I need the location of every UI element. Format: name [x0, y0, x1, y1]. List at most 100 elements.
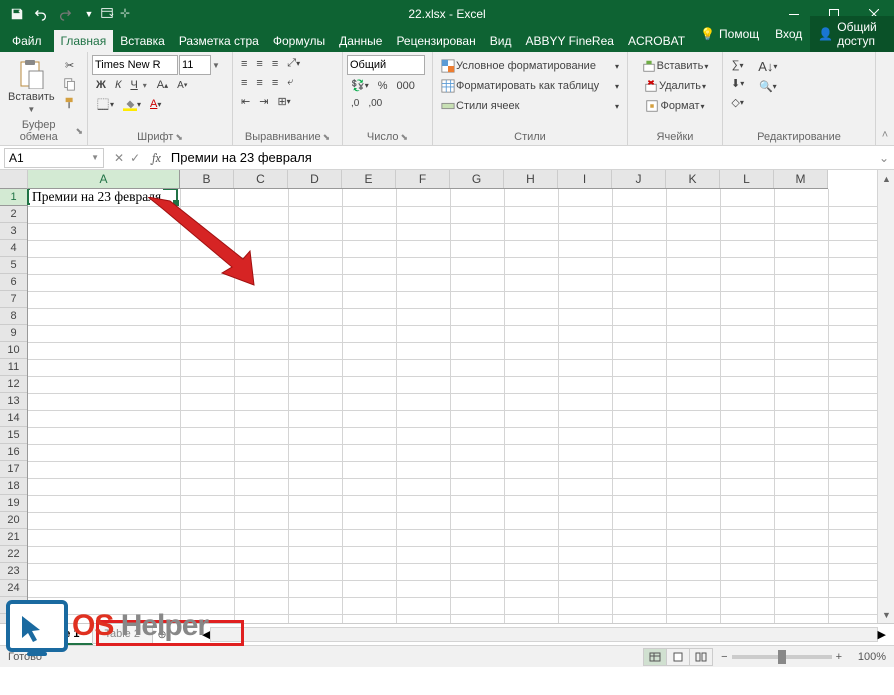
column-header-H[interactable]: H — [504, 170, 558, 188]
autosum-button[interactable]: ∑▾ — [727, 57, 748, 73]
column-header-L[interactable]: L — [720, 170, 774, 188]
save-icon[interactable] — [6, 4, 28, 24]
fill-button[interactable]: ⬇▾ — [727, 75, 748, 92]
row-header-8[interactable]: 8 — [0, 308, 27, 325]
bold-button[interactable]: Ж — [92, 77, 110, 93]
sheet-tab-1[interactable]: Table 1 — [29, 625, 92, 645]
borders-button[interactable]: ▾ — [92, 95, 118, 113]
row-header-15[interactable]: 15 — [0, 427, 27, 444]
orientation-button[interactable]: ⤢▾ — [283, 55, 304, 72]
cells-area[interactable]: Премии на 23 февраля — [28, 189, 877, 623]
add-sheet-button[interactable]: ⊕ — [152, 628, 172, 641]
row-header-18[interactable]: 18 — [0, 478, 27, 495]
column-header-M[interactable]: M — [774, 170, 828, 188]
tab-abbyy[interactable]: ABBYY FineRea — [518, 30, 621, 52]
tell-me-button[interactable]: 💡Помощ — [692, 23, 767, 45]
align-top-button[interactable]: ≡ — [237, 56, 251, 72]
row-header-13[interactable]: 13 — [0, 393, 27, 410]
row-header-21[interactable]: 21 — [0, 529, 27, 546]
column-header-K[interactable]: K — [666, 170, 720, 188]
copy-button[interactable] — [59, 75, 81, 93]
column-header-E[interactable]: E — [342, 170, 396, 188]
insert-cells-button[interactable]: Вставить▾ — [632, 57, 718, 75]
select-all-corner[interactable] — [0, 170, 28, 189]
align-center-button[interactable]: ≡ — [252, 75, 266, 91]
fill-color-button[interactable]: ▾ — [119, 95, 145, 113]
tab-file[interactable]: Файл — [0, 30, 54, 52]
row-header-2[interactable]: 2 — [0, 206, 27, 223]
row-header-4[interactable]: 4 — [0, 240, 27, 257]
row-header-14[interactable]: 14 — [0, 410, 27, 427]
ribbon-options-icon[interactable] — [100, 6, 114, 23]
signin-button[interactable]: Вход — [767, 23, 810, 45]
vertical-scrollbar[interactable]: ▲ ▼ — [877, 170, 894, 623]
row-header-1[interactable]: 1 — [0, 189, 27, 206]
sheet-tab-2[interactable]: Table 2 — [92, 625, 153, 644]
font-color-button[interactable]: A▾ — [146, 96, 165, 112]
tab-data[interactable]: Данные — [332, 30, 389, 52]
row-header-17[interactable]: 17 — [0, 461, 27, 478]
enter-formula-icon[interactable]: ✓ — [130, 151, 140, 165]
decrease-indent-button[interactable]: ⇤ — [237, 93, 254, 110]
column-header-J[interactable]: J — [612, 170, 666, 188]
tab-home[interactable]: Главная — [54, 30, 114, 52]
tab-review[interactable]: Рецензирован — [389, 30, 482, 52]
tab-layout[interactable]: Разметка стра — [172, 30, 266, 52]
column-header-B[interactable]: B — [180, 170, 234, 188]
tab-acrobat[interactable]: ACROBAT — [621, 30, 692, 52]
qat-customize-icon[interactable]: ▼ — [78, 4, 100, 24]
undo-icon[interactable] — [30, 4, 52, 24]
row-header-22[interactable]: 22 — [0, 546, 27, 563]
number-launcher-icon[interactable]: ⬊ — [401, 132, 409, 143]
increase-indent-button[interactable]: ⇥ — [255, 93, 272, 110]
font-name-combo[interactable] — [92, 55, 178, 75]
row-header-11[interactable]: 11 — [0, 359, 27, 376]
row-header-3[interactable]: 3 — [0, 223, 27, 240]
comma-button[interactable]: 000 — [393, 78, 419, 94]
scroll-right-icon[interactable]: ▶ — [878, 628, 886, 641]
font-launcher-icon[interactable]: ⬊ — [175, 132, 183, 143]
column-header-G[interactable]: G — [450, 170, 504, 188]
conditional-formatting-button[interactable]: Условное форматирование▾ — [437, 57, 623, 75]
row-header-25[interactable]: 25 — [0, 597, 27, 614]
accounting-button[interactable]: 💱▾ — [347, 77, 373, 94]
row-header-19[interactable]: 19 — [0, 495, 27, 512]
wrap-text-button[interactable]: ⤶ — [283, 74, 297, 91]
align-left-button[interactable]: ≡ — [237, 75, 251, 91]
fx-icon[interactable]: fx — [146, 151, 167, 165]
column-header-I[interactable]: I — [558, 170, 612, 188]
sheet-next-icon[interactable]: ▶ — [16, 629, 24, 640]
tab-view[interactable]: Вид — [483, 30, 519, 52]
row-header-10[interactable]: 10 — [0, 342, 27, 359]
italic-button[interactable]: К — [111, 77, 125, 93]
horizontal-scrollbar[interactable]: ◀ ▶ — [202, 627, 886, 642]
normal-view-button[interactable] — [643, 648, 667, 666]
delete-cells-button[interactable]: Удалить▾ — [632, 77, 718, 95]
clear-button[interactable]: ◇▾ — [727, 94, 748, 111]
zoom-level[interactable]: 100% — [846, 651, 886, 663]
sort-filter-button[interactable]: A↓▾ — [754, 57, 781, 76]
name-box[interactable]: A1▼ — [4, 148, 104, 168]
zoom-out-button[interactable]: − — [721, 651, 727, 663]
increase-font-button[interactable]: A▴ — [153, 77, 172, 93]
row-header-5[interactable]: 5 — [0, 257, 27, 274]
decrease-font-button[interactable]: A▾ — [173, 78, 191, 93]
row-header-9[interactable]: 9 — [0, 325, 27, 342]
touch-mode-icon[interactable] — [118, 6, 132, 23]
row-header-24[interactable]: 24 — [0, 580, 27, 597]
find-select-button[interactable]: 🔍▾ — [754, 78, 781, 95]
row-header-20[interactable]: 20 — [0, 512, 27, 529]
row-header-6[interactable]: 6 — [0, 274, 27, 291]
align-launcher-icon[interactable]: ⬊ — [323, 132, 331, 143]
row-header-12[interactable]: 12 — [0, 376, 27, 393]
zoom-in-button[interactable]: + — [836, 651, 842, 663]
row-header-23[interactable]: 23 — [0, 563, 27, 580]
scroll-up-icon[interactable]: ▲ — [878, 170, 894, 187]
share-button[interactable]: 👤Общий доступ — [810, 16, 894, 52]
column-header-D[interactable]: D — [288, 170, 342, 188]
zoom-slider[interactable] — [732, 655, 832, 659]
scroll-down-icon[interactable]: ▼ — [878, 606, 894, 623]
page-layout-view-button[interactable] — [666, 648, 690, 666]
percent-button[interactable]: % — [374, 78, 392, 94]
decrease-decimal-button[interactable]: ,00 — [364, 96, 386, 111]
